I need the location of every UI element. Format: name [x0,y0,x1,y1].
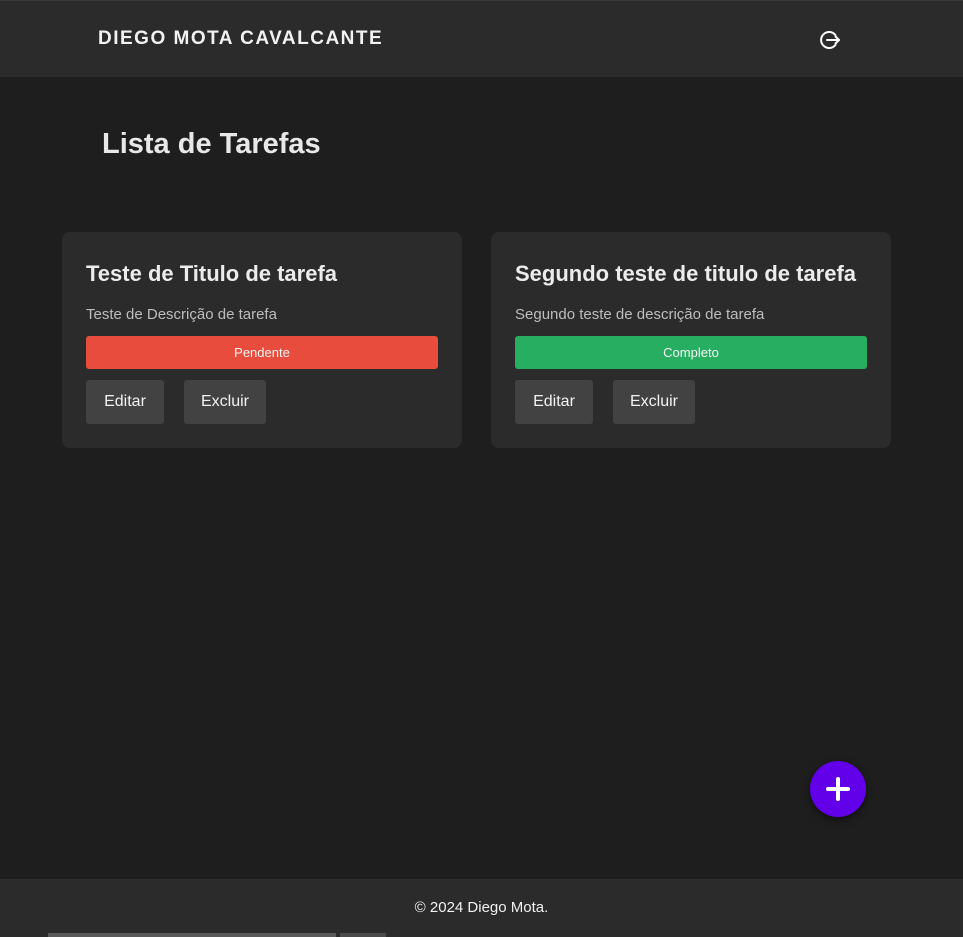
horizontal-scrollbar[interactable] [48,933,336,937]
delete-button[interactable]: Excluir [613,380,695,424]
status-badge: Completo [515,336,867,369]
task-description: Teste de Descrição de tarefa [86,306,277,323]
horizontal-scrollbar-thumb[interactable] [340,933,386,937]
task-description: Segundo teste de descrição de tarefa [515,306,765,323]
status-badge: Pendente [86,336,438,369]
logout-icon [820,31,840,49]
task-card: Segundo teste de titulo de tarefa Segund… [491,232,891,448]
plus-icon [826,777,850,801]
edit-button[interactable]: Editar [515,380,593,424]
task-card: Teste de Titulo de tarefa Teste de Descr… [62,232,462,448]
brand-name: DIEGO MOTA CAVALCANTE [98,28,384,49]
app-page: DIEGO MOTA CAVALCANTE Lista de Tarefas T… [0,0,963,937]
top-bar: DIEGO MOTA CAVALCANTE [0,0,963,77]
copyright-text: © 2024 Diego Mota. [414,899,549,916]
footer: © 2024 Diego Mota. [0,879,963,937]
task-title: Segundo teste de titulo de tarefa [515,261,857,286]
logout-button[interactable] [817,27,843,53]
add-task-button[interactable] [810,761,866,817]
page-title: Lista de Tarefas [102,128,321,160]
task-title: Teste de Titulo de tarefa [86,261,338,286]
edit-button[interactable]: Editar [86,380,164,424]
delete-button[interactable]: Excluir [184,380,266,424]
